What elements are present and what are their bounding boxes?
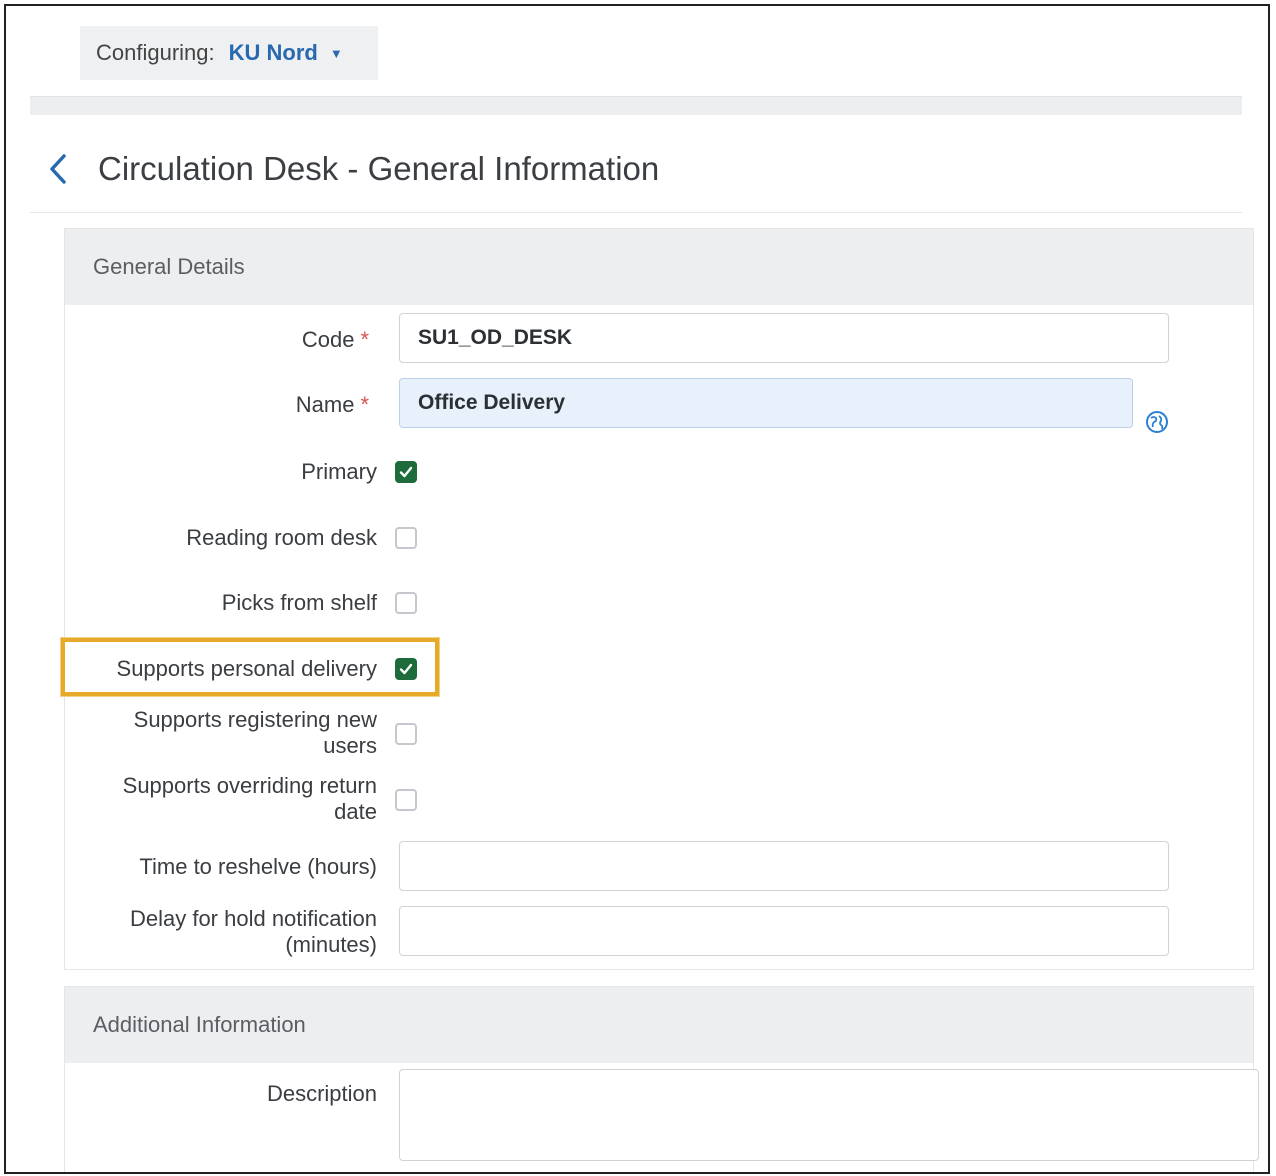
picks-from-shelf-label: Picks from shelf [221,590,377,615]
configuring-label: Configuring: [96,40,215,65]
back-button[interactable] [36,147,80,191]
globe-icon[interactable] [1145,410,1169,434]
app-frame: Configuring: KU Nord ▼ Circulation Desk … [4,4,1270,1174]
additional-information-section: Additional Information Description [64,986,1259,1172]
required-marker: * [360,327,369,352]
code-input[interactable]: SU1_OD_DESK [399,313,1169,363]
name-input[interactable]: Office Delivery [399,378,1133,428]
supports-personal-delivery-checkbox[interactable] [395,658,417,680]
configuring-value[interactable]: KU Nord [229,40,318,66]
name-row: Name * Office Delivery [65,378,1253,434]
check-icon [399,466,413,478]
required-marker: * [360,392,369,417]
description-row: Description [65,1069,1259,1163]
code-label: Code * [301,327,369,352]
additional-information-header: Additional Information [65,987,1253,1063]
time-to-reshelve-input[interactable] [399,841,1169,891]
delay-for-hold-notification-row: Delay for hold notification (minutes) [65,906,1253,962]
delay-for-hold-notification-label: Delay for hold notification (minutes) [129,906,377,957]
supports-overriding-return-date-checkbox[interactable] [395,789,417,811]
caret-down-icon[interactable]: ▼ [330,46,343,61]
reading-room-desk-label: Reading room desk [186,525,377,550]
general-details-section: General Details Code * SU1_OD_DESK Name * … [61,228,1254,970]
supports-registering-new-users-checkbox[interactable] [395,723,417,745]
check-icon [399,663,413,675]
primary-label: Primary [301,459,377,484]
supports-registering-new-users-row: Supports registering new users [65,707,1253,763]
general-details-header: General Details [65,229,1253,305]
reading-room-desk-checkbox[interactable] [395,527,417,549]
primary-checkbox[interactable] [395,461,417,483]
supports-personal-delivery-label: Supports personal delivery [116,656,377,681]
time-to-reshelve-label: Time to reshelve (hours) [139,854,377,879]
supports-overriding-return-date-row: Supports overriding return date [65,773,1253,829]
page-title: Circulation Desk - General Information [98,150,660,187]
description-textarea[interactable] [399,1069,1259,1161]
code-row: Code * SU1_OD_DESK [65,313,1253,367]
delay-for-hold-notification-input[interactable] [399,906,1169,956]
primary-row: Primary [65,455,1253,489]
picks-from-shelf-checkbox[interactable] [395,592,417,614]
chevron-left-icon [50,154,66,184]
time-to-reshelve-row: Time to reshelve (hours) [65,841,1253,895]
page-header: Circulation Desk - General Information [30,126,1242,213]
supports-personal-delivery-row: Supports personal delivery [61,638,1253,696]
top-divider [30,96,1242,115]
reading-room-desk-row: Reading room desk [65,521,1253,555]
name-label: Name * [295,392,369,417]
configuring-selector[interactable]: Configuring: KU Nord ▼ [80,26,378,80]
picks-from-shelf-row: Picks from shelf [65,586,1253,620]
supports-registering-new-users-label: Supports registering new users [133,707,377,758]
description-label: Description [266,1081,377,1106]
supports-overriding-return-date-label: Supports overriding return date [122,773,377,824]
